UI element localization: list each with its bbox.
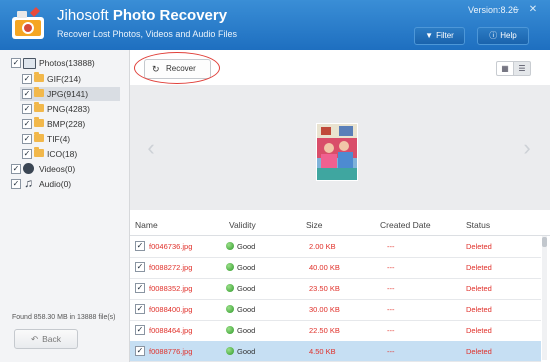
column-header-created-date[interactable]: Created Date (380, 220, 431, 230)
status-good-icon (226, 284, 234, 292)
column-header-name[interactable]: Name (135, 220, 158, 230)
table-row[interactable]: ✓ f0088352.jpg Good 23.50 KB --- Deleted (130, 278, 541, 300)
tif-checkbox[interactable]: ✓ (22, 134, 32, 144)
folder-icon (34, 147, 44, 157)
help-button[interactable]: ⓘ Help (477, 27, 529, 45)
recover-button[interactable]: ↻ Recover (144, 59, 211, 79)
folder-icon (34, 102, 44, 112)
app-logo-icon (6, 3, 50, 47)
sidebar-item-tif[interactable]: ✓ TIF(4) (0, 132, 129, 146)
status-good-icon (226, 347, 234, 355)
gif-checkbox[interactable]: ✓ (22, 74, 32, 84)
sidebar-item-jpg[interactable]: ✓ JPG(9141) (20, 87, 120, 101)
column-header-size[interactable]: Size (306, 220, 323, 230)
help-icon: ⓘ (489, 31, 498, 40)
close-icon[interactable]: ✕ (527, 5, 539, 15)
film-reel-icon (23, 163, 34, 174)
folder-icon (34, 87, 44, 97)
table-row[interactable]: ✓ f0088272.jpg Good 40.00 KB --- Deleted (130, 257, 541, 279)
sidebar-item-videos[interactable]: ✓ Videos(0) (0, 162, 129, 176)
sidebar-item-bmp[interactable]: ✓ BMP(228) (0, 117, 129, 131)
app-title: Jihosoft Photo Recovery (57, 7, 228, 24)
list-view-button[interactable]: ☰ (513, 61, 531, 76)
photos-icon (23, 58, 36, 69)
found-summary: Found 858.30 MB in 13888 file(s) (12, 314, 116, 321)
videos-checkbox[interactable]: ✓ (11, 164, 21, 174)
grid-view-icon: ▦ (501, 64, 509, 73)
filter-button[interactable]: ▼ Filter (414, 27, 465, 45)
sidebar-item-png[interactable]: ✓ PNG(4283) (0, 102, 129, 116)
sidebar-item-gif[interactable]: ✓ GIF(214) (0, 72, 129, 86)
back-button[interactable]: ↶ Back (14, 329, 78, 349)
sidebar-item-ico[interactable]: ✓ ICO(18) (0, 147, 129, 161)
minimize-icon[interactable]: – (510, 5, 522, 15)
column-header-validity[interactable]: Validity (229, 220, 256, 230)
sidebar-item-audio[interactable]: ✓ ♫ Audio(0) (0, 176, 129, 191)
file-table-header: Name Validity Size Created Date Status (130, 215, 550, 236)
back-arrow-icon: ↶ (30, 334, 39, 344)
table-row[interactable]: ✓ f0088464.jpg Good 22.50 KB --- Deleted (130, 320, 541, 342)
table-scrollbar[interactable] (542, 236, 547, 360)
previous-arrow-icon[interactable]: ‹ (144, 135, 158, 161)
row-checkbox[interactable]: ✓ (135, 241, 145, 251)
preview-pane: ‹ › (130, 85, 550, 210)
row-checkbox[interactable]: ✓ (135, 346, 145, 356)
folder-icon (34, 132, 44, 142)
row-checkbox[interactable]: ✓ (135, 283, 145, 293)
status-good-icon (226, 263, 234, 271)
table-row-selected[interactable]: ✓ f0088776.jpg Good 4.50 KB --- Deleted (130, 341, 541, 362)
folder-icon (34, 117, 44, 127)
png-checkbox[interactable]: ✓ (22, 104, 32, 114)
app-subtitle: Recover Lost Photos, Videos and Audio Fi… (57, 29, 237, 39)
status-good-icon (226, 305, 234, 313)
photos-checkbox[interactable]: ✓ (11, 58, 21, 68)
music-note-icon: ♫ (24, 176, 33, 190)
grid-view-button[interactable]: ▦ (496, 61, 514, 76)
row-checkbox[interactable]: ✓ (135, 304, 145, 314)
table-row[interactable]: ✓ f0088400.jpg Good 30.00 KB --- Deleted (130, 299, 541, 321)
sidebar-item-photos[interactable]: ✓ Photos(13888) (0, 56, 129, 70)
filter-icon: ▼ (425, 31, 434, 40)
row-checkbox[interactable]: ✓ (135, 325, 145, 335)
status-good-icon (226, 242, 234, 250)
scrollbar-thumb[interactable] (542, 237, 547, 247)
column-header-status[interactable]: Status (466, 220, 490, 230)
bmp-checkbox[interactable]: ✓ (22, 119, 32, 129)
audio-checkbox[interactable]: ✓ (11, 179, 21, 189)
next-arrow-icon[interactable]: › (520, 135, 534, 161)
row-checkbox[interactable]: ✓ (135, 262, 145, 272)
jpg-checkbox[interactable]: ✓ (22, 89, 32, 99)
status-good-icon (226, 326, 234, 334)
recover-icon: ↻ (152, 64, 160, 74)
folder-icon (34, 72, 44, 82)
photo-thumbnail (316, 123, 358, 181)
table-row[interactable]: ✓ f0046736.jpg Good 2.00 KB --- Deleted (130, 236, 541, 258)
list-view-icon: ☰ (518, 64, 526, 73)
ico-checkbox[interactable]: ✓ (22, 149, 32, 159)
